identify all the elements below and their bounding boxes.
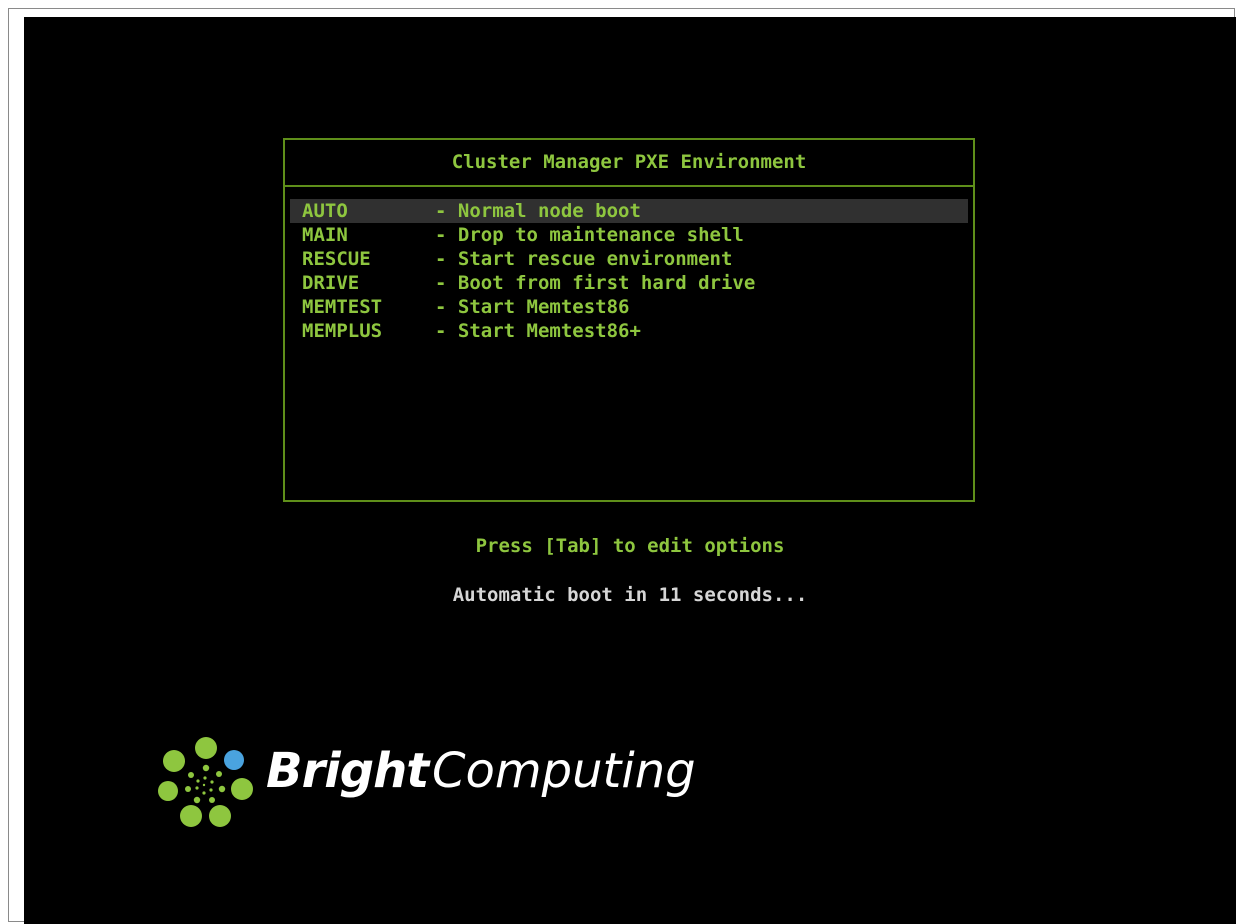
menu-item-key: MEMTEST bbox=[302, 296, 383, 318]
boot-menu-item-drive[interactable]: DRIVE - Boot from first hard drive bbox=[290, 271, 968, 295]
boot-menu-item-main[interactable]: MAIN - Drop to maintenance shell bbox=[290, 223, 968, 247]
pxe-boot-screen: Cluster Manager PXE Environment AUTO - No… bbox=[24, 17, 1236, 924]
menu-item-description: - Normal node boot bbox=[435, 200, 641, 222]
logo-word-bright: Bright bbox=[266, 743, 429, 799]
menu-item-key: AUTO bbox=[302, 200, 348, 222]
menu-item-description: - Drop to maintenance shell bbox=[435, 224, 744, 246]
boot-menu-item-rescue[interactable]: RESCUE - Start rescue environment bbox=[290, 247, 968, 271]
boot-menu-item-auto[interactable]: AUTO - Normal node boot bbox=[290, 199, 968, 223]
logo-word-computing: Computing bbox=[432, 743, 696, 799]
boot-menu-item-memplus[interactable]: MEMPLUS - Start Memtest86+ bbox=[290, 319, 968, 343]
menu-item-key: MEMPLUS bbox=[302, 320, 383, 342]
menu-item-description: - Start rescue environment bbox=[435, 248, 733, 270]
menu-item-key: MAIN bbox=[302, 224, 348, 246]
boot-countdown: Automatic boot in 11 seconds... bbox=[452, 584, 808, 606]
menu-item-description: - Boot from first hard drive bbox=[435, 272, 756, 294]
boot-menu: Cluster Manager PXE Environment AUTO - No… bbox=[283, 138, 975, 502]
bright-computing-dots-icon bbox=[158, 737, 253, 827]
edit-options-hint: Press [Tab] to edit options bbox=[475, 535, 785, 557]
boot-menu-list: AUTO - Normal node boot MAIN - Drop to main… bbox=[290, 199, 968, 343]
menu-item-description: - Start Memtest86+ bbox=[435, 320, 641, 342]
bright-computing-logo: Bright Computing bbox=[154, 731, 734, 831]
menu-item-key: DRIVE bbox=[302, 272, 360, 294]
menu-item-key: RESCUE bbox=[302, 248, 371, 270]
menu-item-description: - Start Memtest86 bbox=[435, 296, 630, 318]
boot-menu-item-memtest[interactable]: MEMTEST - Start Memtest86 bbox=[290, 295, 968, 319]
menu-title: Cluster Manager PXE Environment bbox=[285, 140, 973, 187]
